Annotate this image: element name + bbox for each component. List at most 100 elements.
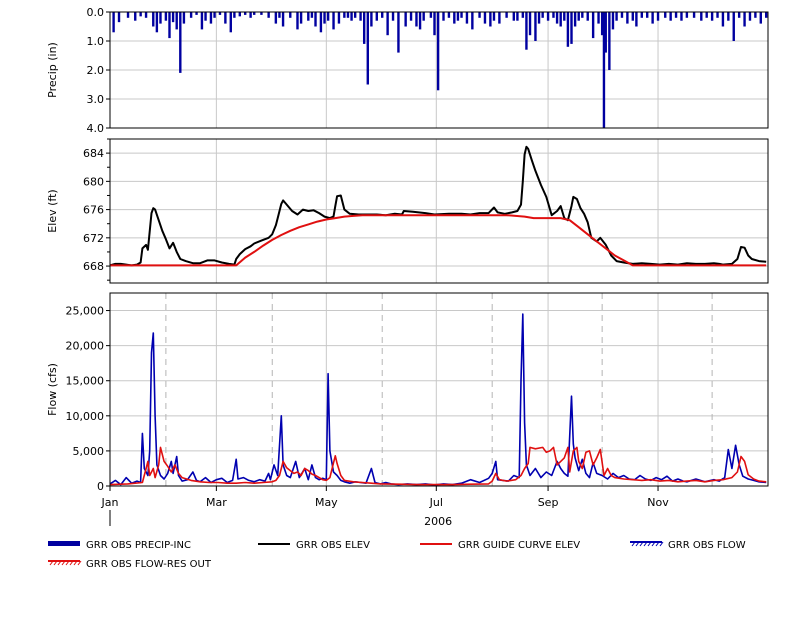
precip-bar bbox=[296, 12, 299, 30]
legend-label: GRR OBS FLOW-RES OUT bbox=[86, 559, 212, 570]
precip-bar bbox=[442, 12, 445, 21]
precip-bar bbox=[404, 12, 407, 27]
precip-bar bbox=[209, 12, 213, 24]
precip-bar bbox=[505, 12, 508, 18]
precip-bar bbox=[200, 12, 204, 30]
precip-bar bbox=[727, 12, 730, 21]
precip-bar bbox=[669, 12, 672, 21]
precip-bar bbox=[278, 12, 281, 18]
precip-bar bbox=[362, 12, 366, 44]
precip-bar bbox=[386, 12, 389, 36]
x-axis: Jan Mar May Jul Sep Nov 2006 bbox=[101, 486, 669, 528]
precip-bar bbox=[326, 12, 330, 21]
y-tick-label: 0 bbox=[97, 480, 104, 493]
precip-bar bbox=[346, 12, 350, 18]
precip-bar bbox=[732, 12, 735, 41]
precip-bar bbox=[314, 12, 317, 27]
precip-bar bbox=[233, 12, 236, 18]
precip-bar bbox=[534, 12, 537, 41]
precip-bar bbox=[646, 12, 649, 18]
y-tick-label: 0.0 bbox=[87, 6, 105, 19]
y-tick-label: 15,000 bbox=[66, 375, 105, 388]
y-tick-label: 4.0 bbox=[87, 122, 105, 135]
legend-entry: GRR GUIDE CURVE ELEV bbox=[420, 540, 580, 551]
x-tick-label: Jul bbox=[429, 496, 443, 509]
precip-bar bbox=[460, 12, 463, 18]
precip-bar bbox=[577, 12, 580, 21]
precip-bar bbox=[366, 12, 369, 85]
precip-bar bbox=[350, 12, 353, 21]
precip-bar bbox=[631, 12, 634, 21]
precip-bar bbox=[310, 12, 314, 18]
precip-bar bbox=[692, 12, 696, 18]
x-tick-label: Nov bbox=[647, 496, 669, 509]
precip-bar bbox=[721, 12, 725, 27]
precip-bar bbox=[409, 12, 413, 21]
legend-entry: GRR OBS ELEV bbox=[258, 540, 370, 551]
precip-bar bbox=[436, 12, 440, 91]
precip-bar bbox=[171, 12, 175, 23]
precip-bar bbox=[555, 12, 559, 24]
y-tick-label: 10,000 bbox=[66, 410, 105, 423]
precip-bar bbox=[299, 12, 303, 24]
y-axis-label: Precip (in) bbox=[46, 42, 59, 98]
legend-label: GRR OBS ELEV bbox=[296, 540, 370, 551]
precip-bar bbox=[359, 12, 362, 21]
precip-bar bbox=[175, 12, 178, 30]
precip-bar bbox=[168, 12, 171, 39]
precip-bar bbox=[591, 12, 595, 39]
precip-bar bbox=[229, 12, 232, 33]
y-tick-label: 684 bbox=[83, 147, 104, 160]
series-line-grr-obs-flow-res-out bbox=[109, 446, 767, 486]
precip-bar bbox=[182, 12, 186, 24]
precip-bar bbox=[152, 12, 155, 27]
y-tick-label: 20,000 bbox=[66, 340, 105, 353]
precip-bar bbox=[546, 12, 550, 21]
x-tick-label: Jan bbox=[101, 496, 119, 509]
precip-bar bbox=[155, 12, 159, 33]
precip-bar bbox=[159, 12, 162, 24]
precip-bar bbox=[516, 12, 519, 21]
precip-bar bbox=[453, 12, 456, 24]
precip-bar bbox=[640, 12, 644, 18]
precip-bar bbox=[164, 12, 168, 21]
precip-bar bbox=[528, 12, 532, 36]
precip-bar bbox=[112, 12, 115, 33]
panel-elev: 668 672 676 680 684 Elev (ft) bbox=[46, 138, 769, 284]
precip-bar bbox=[332, 12, 335, 30]
precip-bar bbox=[126, 12, 130, 18]
precip-bar bbox=[391, 12, 395, 21]
x-year-label: 2006 bbox=[424, 515, 452, 528]
hydrograph-chart: 0.0 1.0 2.0 3.0 4.0 Precip (in) 668 672 676 680 68… bbox=[46, 6, 769, 570]
y-tick-label: 668 bbox=[83, 260, 104, 273]
legend-entry: GRR OBS FLOW bbox=[630, 540, 746, 551]
precip-bar bbox=[573, 12, 577, 27]
y-tick-label: 680 bbox=[83, 175, 104, 188]
series-line-grr-guide-curve-elev bbox=[110, 214, 767, 267]
precip-bar bbox=[737, 12, 741, 18]
y-tick-label: 5,000 bbox=[73, 445, 105, 458]
precip-bar bbox=[492, 12, 496, 21]
precip-bar bbox=[433, 12, 436, 36]
panel-flow: 0 5,000 10,000 15,000 20,000 25,000 Flow (cfs) bbox=[46, 292, 769, 493]
precip-bar bbox=[651, 12, 654, 24]
precip-bar bbox=[478, 12, 481, 18]
series-line-grr-obs-flow bbox=[109, 313, 767, 486]
precip-bar bbox=[179, 12, 182, 73]
precip-bar bbox=[224, 12, 227, 24]
precip-bar bbox=[415, 12, 418, 27]
precip-bar bbox=[615, 12, 618, 21]
precip-bar bbox=[552, 12, 555, 18]
precip-bar bbox=[656, 12, 660, 21]
precip-bar bbox=[498, 12, 501, 24]
precip-bar bbox=[343, 12, 346, 18]
legend-entry: GRR OBS PRECIP-INC bbox=[48, 540, 191, 551]
y-axis-label: Flow (cfs) bbox=[46, 363, 59, 416]
precip-bar bbox=[586, 12, 589, 21]
precip-bar bbox=[604, 12, 607, 53]
precip-bar bbox=[608, 12, 611, 70]
precip-bar bbox=[117, 12, 121, 23]
x-tick-label: Mar bbox=[206, 496, 227, 509]
precip-bar bbox=[764, 12, 768, 18]
precip-bar bbox=[418, 12, 422, 30]
